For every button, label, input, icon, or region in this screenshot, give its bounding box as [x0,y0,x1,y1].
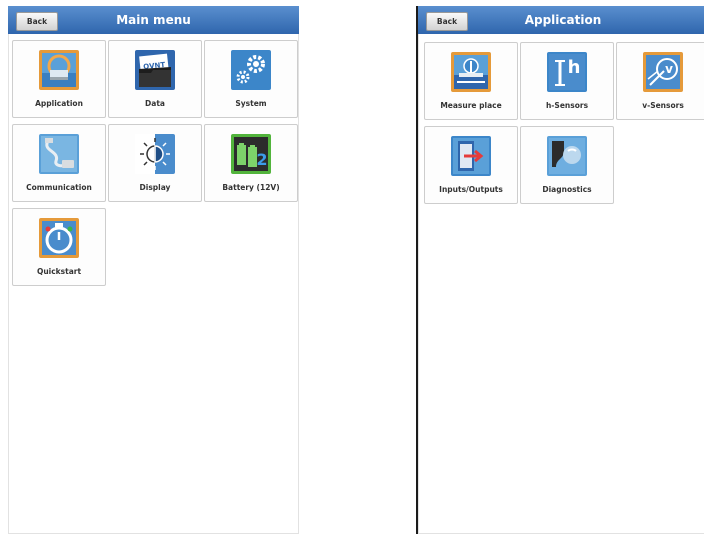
v-icon-text: v [665,62,673,76]
tile-label: v-Sensors [642,101,684,110]
tile-label: Communication [26,183,92,192]
diagnostics-icon [547,136,587,176]
tile-diagnostics[interactable]: Diagnostics [520,126,614,204]
tile-label: Diagnostics [542,185,592,194]
tile-measure-place[interactable]: Measure place [424,42,518,120]
measure-place-icon [451,52,491,92]
back-button[interactable]: Back [16,12,58,31]
main-menu-screen: Main menu Back Application QVNT Data Sys… [8,6,299,534]
tile-data[interactable]: QVNT Data [108,40,202,118]
v-sensor-icon: v [643,52,683,92]
tile-system[interactable]: System [204,40,298,118]
battery-icon-text: 2 [256,150,267,169]
battery-icon: 2 [231,134,271,174]
tile-label: Quickstart [36,267,82,276]
communication-icon [39,134,79,174]
tile-h-sensors[interactable]: h h-Sensors [520,42,614,120]
tile-battery[interactable]: 2 Battery (12V) [204,124,298,202]
tile-quickstart[interactable]: Quickstart [12,208,106,286]
h-sensor-icon: h [547,52,587,92]
tile-label: Application [35,99,83,108]
tile-label: Inputs/Outputs [439,185,503,194]
tile-communication[interactable]: Communication [12,124,106,202]
tile-label: Data [145,99,165,108]
application-screen: Application Back Measure place h h-Senso… [416,6,704,534]
tile-label: Display [139,183,171,192]
brightness-icon [135,134,175,174]
tile-label: Measure place [440,101,502,110]
tile-label: h-Sensors [545,101,589,110]
gear-icon [231,50,271,90]
tile-inputs-outputs[interactable]: Inputs/Outputs [424,126,518,204]
tile-label: System [235,99,267,108]
back-button[interactable]: Back [426,12,468,31]
tile-label: Battery (12V) [222,183,280,192]
stopwatch-icon [39,218,79,258]
application-icon [39,50,79,90]
tile-v-sensors[interactable]: v v-Sensors [616,42,704,120]
tile-application[interactable]: Application [12,40,106,118]
tile-display[interactable]: Display [108,124,202,202]
inputs-outputs-icon [451,136,491,176]
data-folder-icon: QVNT [135,50,175,90]
h-icon-text: h [568,57,581,78]
